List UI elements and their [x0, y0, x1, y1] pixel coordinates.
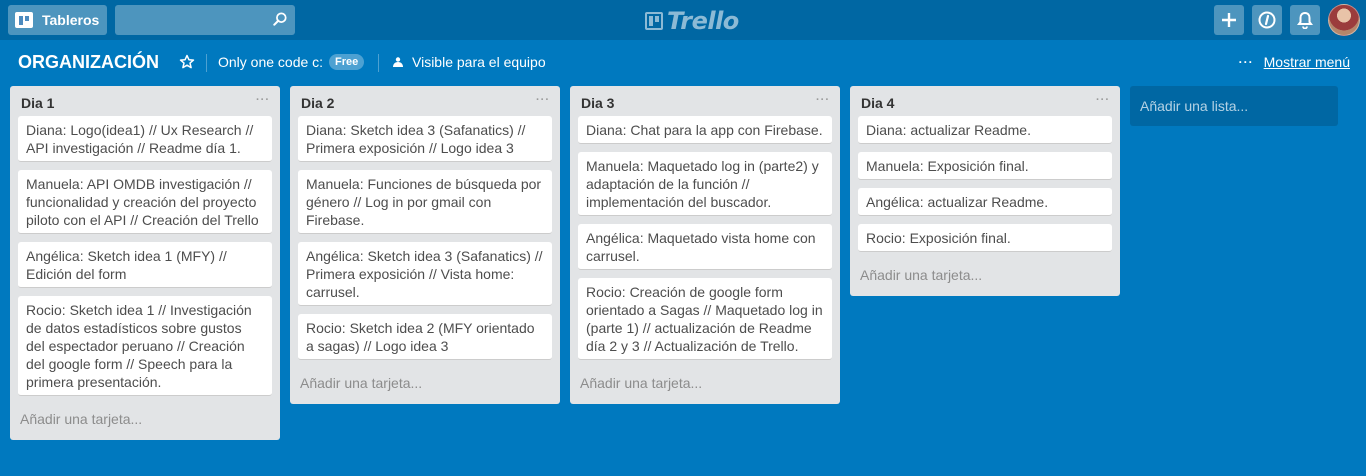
card[interactable]: Angélica: Maquetado vista home con carru… — [578, 224, 832, 270]
list-menu-icon[interactable]: ··· — [256, 94, 270, 106]
menu-dots-icon: ··· — [1238, 55, 1254, 69]
top-header: Tableros Trello — [0, 0, 1366, 40]
info-button[interactable] — [1252, 5, 1282, 35]
card[interactable]: Diana: Chat para la app con Firebase. — [578, 116, 832, 144]
list-menu-icon[interactable]: ··· — [1096, 94, 1110, 106]
list-menu-icon[interactable]: ··· — [536, 94, 550, 106]
card[interactable]: Manuela: Maquetado log in (parte2) y ada… — [578, 152, 832, 216]
list-dia-1[interactable]: Dia 1 ··· Diana: Logo(idea1) // Ux Resea… — [10, 86, 280, 440]
list-header: Dia 2 ··· — [298, 86, 552, 116]
add-card-button[interactable]: Añadir una tarjeta... — [858, 260, 1112, 290]
user-avatar[interactable] — [1328, 4, 1360, 36]
team-icon — [393, 57, 403, 67]
trello-logo-icon — [645, 12, 663, 30]
search-icon[interactable] — [273, 12, 287, 26]
card[interactable]: Rocio: Sketch idea 1 // Investigación de… — [18, 296, 272, 396]
notifications-button[interactable] — [1290, 5, 1320, 35]
search-box[interactable] — [115, 5, 295, 35]
card[interactable]: Angélica: Sketch idea 1 (MFY) // Edición… — [18, 242, 272, 288]
list-title[interactable]: Dia 1 — [21, 95, 54, 111]
card[interactable]: Angélica: Sketch idea 3 (Safanatics) // … — [298, 242, 552, 306]
divider — [378, 54, 379, 72]
boards-icon — [15, 12, 33, 28]
show-menu-button[interactable]: ··· Mostrar menú — [1239, 54, 1350, 70]
card[interactable]: Manuela: Funciones de búsqueda por géner… — [298, 170, 552, 234]
add-card-button[interactable]: Añadir una tarjeta... — [18, 404, 272, 434]
plus-icon — [1222, 13, 1236, 27]
add-card-button[interactable]: Añadir una tarjeta... — [578, 368, 832, 398]
list-title[interactable]: Dia 2 — [301, 95, 334, 111]
card[interactable]: Diana: Sketch idea 3 (Safanatics) // Pri… — [298, 116, 552, 162]
plan-badge: Free — [329, 54, 365, 70]
card[interactable]: Diana: Logo(idea1) // Ux Research // API… — [18, 116, 272, 162]
add-list-button[interactable]: Añadir una lista... — [1130, 86, 1338, 126]
visibility-button[interactable]: Visible para el equipo — [392, 54, 546, 70]
card[interactable]: Diana: actualizar Readme. — [858, 116, 1112, 144]
trello-logo[interactable]: Trello — [645, 7, 739, 35]
visibility-label: Visible para el equipo — [412, 54, 546, 70]
list-dia-4[interactable]: Dia 4 ··· Diana: actualizar Readme. Manu… — [850, 86, 1120, 296]
card[interactable]: Rocio: Creación de google form orientado… — [578, 278, 832, 360]
card[interactable]: Angélica: actualizar Readme. — [858, 188, 1112, 216]
list-title[interactable]: Dia 4 — [861, 95, 894, 111]
star-icon[interactable] — [179, 54, 195, 70]
team-name[interactable]: Only one code c: — [218, 54, 323, 70]
list-dia-3[interactable]: Dia 3 ··· Diana: Chat para la app con Fi… — [570, 86, 840, 404]
logo-text: Trello — [667, 7, 739, 35]
boards-label: Tableros — [42, 12, 100, 28]
search-input[interactable] — [115, 5, 295, 35]
list-title[interactable]: Dia 3 — [581, 95, 614, 111]
card[interactable]: Rocio: Sketch idea 2 (MFY orientado a sa… — [298, 314, 552, 360]
list-header: Dia 4 ··· — [858, 86, 1112, 116]
list-dia-2[interactable]: Dia 2 ··· Diana: Sketch idea 3 (Safanati… — [290, 86, 560, 404]
boards-button[interactable]: Tableros — [8, 5, 107, 35]
add-card-button[interactable]: Añadir una tarjeta... — [298, 368, 552, 398]
card[interactable]: Manuela: Exposición final. — [858, 152, 1112, 180]
info-icon — [1258, 11, 1276, 29]
card[interactable]: Manuela: API OMDB investigación // funci… — [18, 170, 272, 234]
board-title[interactable]: ORGANIZACIÓN — [18, 52, 159, 73]
bell-icon — [1297, 11, 1313, 29]
list-menu-icon[interactable]: ··· — [816, 94, 830, 106]
board-lists: Dia 1 ··· Diana: Logo(idea1) // Ux Resea… — [10, 86, 1338, 440]
list-header: Dia 1 ··· — [18, 86, 272, 116]
card[interactable]: Rocio: Exposición final. — [858, 224, 1112, 252]
divider — [206, 54, 207, 72]
add-button[interactable] — [1214, 5, 1244, 35]
board-header: ORGANIZACIÓN Only one code c: Free Visib… — [0, 40, 1366, 86]
list-header: Dia 3 ··· — [578, 86, 832, 116]
show-menu-label: Mostrar menú — [1263, 54, 1350, 70]
